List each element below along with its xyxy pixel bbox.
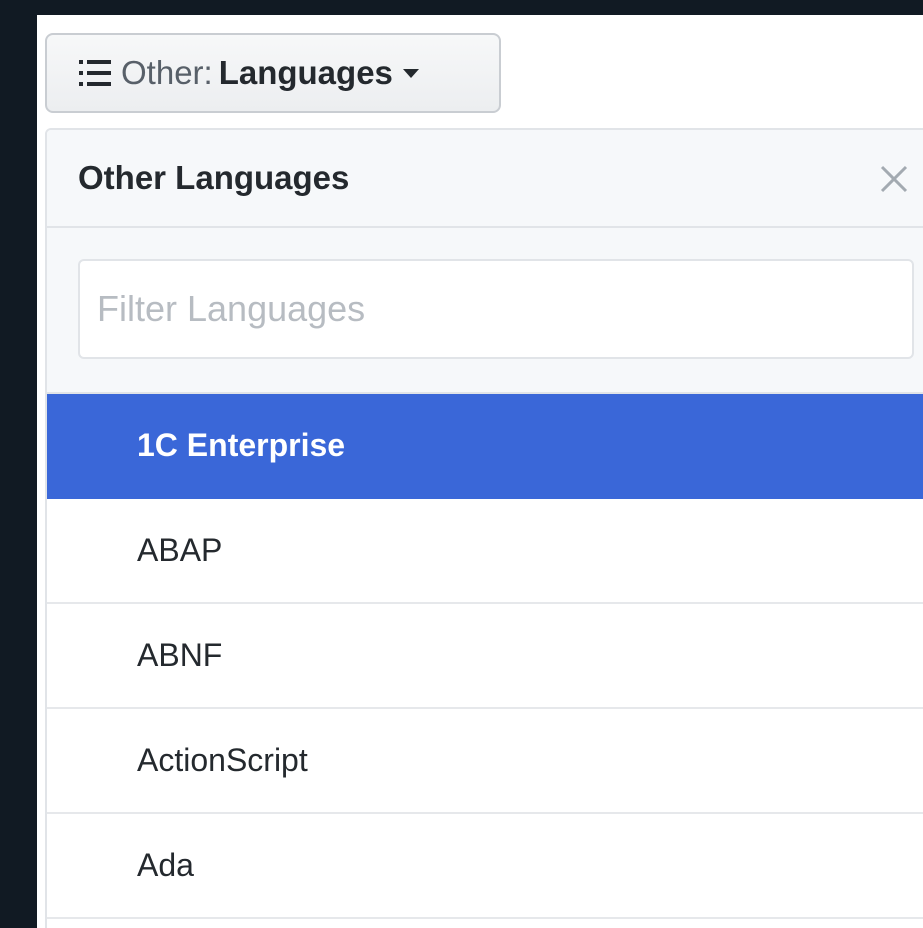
filter-languages-input[interactable] <box>78 259 914 359</box>
list-item-label: ActionScript <box>137 742 308 778</box>
list-icon <box>79 60 111 86</box>
list-item-label: 1C Enterprise <box>137 427 346 463</box>
button-value-label: Languages <box>218 54 393 91</box>
list-item-ada[interactable]: Ada <box>47 814 923 919</box>
language-filter-button[interactable]: Other: Languages <box>45 33 501 113</box>
list-item-abap[interactable]: ABAP <box>47 499 923 604</box>
languages-popover: Other Languages 1C Enterprise ABAP ABNF … <box>45 128 923 928</box>
list-item-label: ABAP <box>137 532 223 568</box>
close-icon[interactable] <box>877 162 911 196</box>
chevron-down-icon <box>402 68 419 78</box>
popover-header: Other Languages <box>47 130 923 228</box>
list-item-label: ABNF <box>137 637 223 673</box>
list-item-actionscript[interactable]: ActionScript <box>47 709 923 814</box>
list-item-1c-enterprise[interactable]: 1C Enterprise <box>47 394 923 499</box>
list-item-label: Ada <box>137 847 194 883</box>
list-item-abnf[interactable]: ABNF <box>47 604 923 709</box>
button-prefix-label: Other: <box>121 54 213 91</box>
page-container: Other: Languages Other Languages 1C Ente… <box>37 15 923 928</box>
filter-section <box>47 228 923 394</box>
language-list: 1C Enterprise ABAP ABNF ActionScript Ada <box>47 394 923 919</box>
popover-title: Other Languages <box>78 159 350 196</box>
